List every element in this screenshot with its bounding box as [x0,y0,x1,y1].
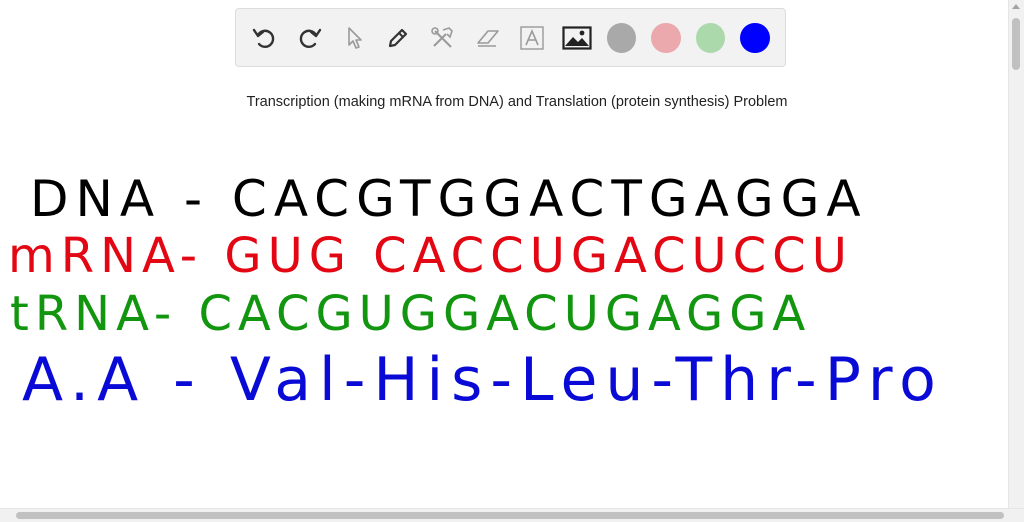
text-tool-button[interactable] [517,23,547,53]
color-swatch-gray[interactable] [606,22,637,53]
tools-icon [431,26,453,48]
undo-button[interactable] [250,23,280,53]
vertical-scroll-thumb[interactable] [1012,18,1020,70]
pen-icon [389,28,408,47]
tools-button[interactable] [428,23,458,53]
color-swatch-blue[interactable] [740,22,771,53]
amino-acid-sequence-line: A.A - Val-His-Leu-Thr-Pro [22,345,944,415]
dna-sequence-line: DNA - CACGTGGACTGAGGA [30,170,868,228]
scroll-up-arrow-icon[interactable] [1012,4,1020,9]
trna-sequence-line: tRNA- CACGUGGACUGAGGA [10,286,812,342]
select-tool-button[interactable] [339,23,369,53]
image-icon [562,25,592,50]
mrna-sequence-line: mRNA- GUG CACCUGACUCCU [8,228,853,284]
horizontal-scrollbar[interactable] [0,508,1024,522]
pen-tool-button[interactable] [384,23,414,53]
redo-icon [300,28,322,48]
text-icon [520,25,544,50]
drawing-toolbar [235,8,786,67]
image-tool-button[interactable] [562,23,592,53]
problem-title: Transcription (making mRNA from DNA) and… [246,94,788,110]
vertical-scrollbar[interactable] [1008,0,1024,508]
color-swatch-green[interactable] [695,22,726,53]
eraser-icon [476,29,499,47]
undo-icon [252,28,274,48]
horizontal-scroll-thumb[interactable] [16,512,1004,519]
color-swatch-pink[interactable] [651,22,681,53]
redo-button[interactable] [295,23,325,53]
select-pointer-icon [348,26,362,49]
eraser-tool-button[interactable] [473,23,503,53]
